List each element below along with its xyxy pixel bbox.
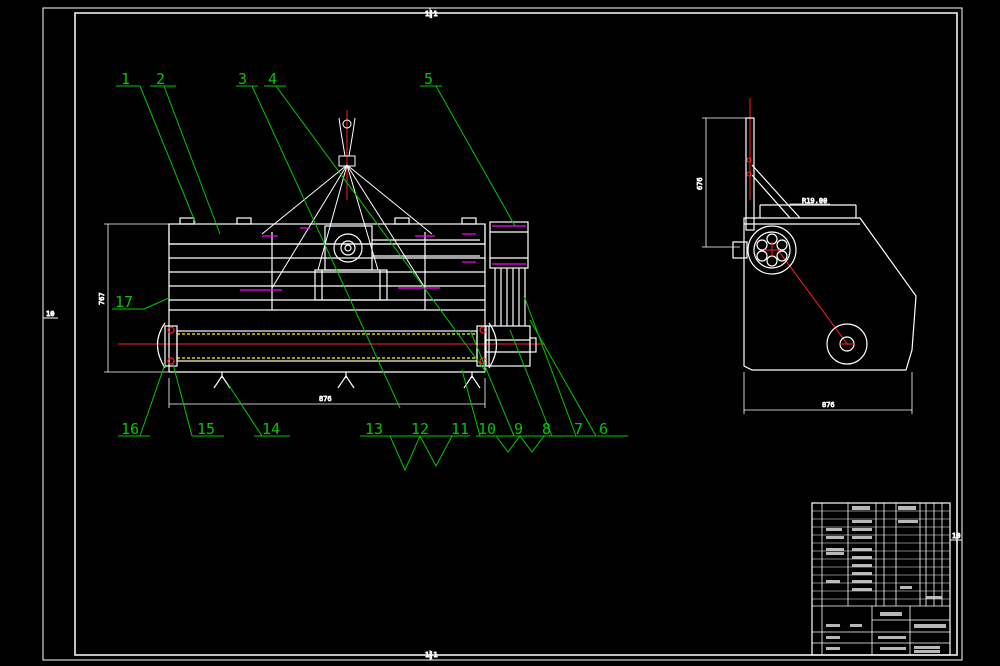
balloon-1: 1 — [121, 70, 130, 88]
title-block — [811, 502, 951, 656]
skid-feet — [213, 372, 481, 389]
balloon-11: 11 — [451, 420, 469, 438]
side-width-dimension: 876 — [822, 401, 835, 409]
balloon-14: 14 — [262, 420, 280, 438]
balloon-2: 2 — [156, 70, 165, 88]
balloon-12: 12 — [411, 420, 429, 438]
part-leaders — [112, 85, 628, 472]
gearbox — [324, 225, 480, 271]
drawing-frame — [42, 7, 963, 661]
side-centerlines — [749, 98, 849, 346]
front-view: 767 876 1 2 3 4 5 6 7 8 9 10 11 12 13 14… — [98, 70, 628, 472]
balloon-8: 8 — [542, 420, 551, 438]
side-height-dimension: 676 — [696, 177, 704, 190]
edge-marks: 1|1 1|1 10 10 — [43, 8, 962, 660]
balloon-15: 15 — [197, 420, 215, 438]
width-dimension: 876 — [319, 395, 332, 403]
side-view: 676 876 R19.00 — [696, 98, 917, 414]
part-balloons: 1 2 3 4 5 6 7 8 9 10 11 12 13 14 15 16 1… — [115, 70, 608, 438]
bolts — [240, 227, 476, 291]
right-edge-mark: 10 — [952, 532, 960, 540]
balloon-9: 9 — [514, 420, 523, 438]
title-block-fills — [826, 506, 946, 653]
balloon-4: 4 — [268, 70, 277, 88]
balloon-10: 10 — [478, 420, 496, 438]
balloon-17: 17 — [115, 293, 133, 311]
balloon-7: 7 — [574, 420, 583, 438]
cad-drawing: 1|1 1|1 10 10 767 876 1 2 3 4 5 6 7 8 9 … — [42, 7, 963, 661]
balloon-5: 5 — [424, 70, 433, 88]
balloon-16: 16 — [121, 420, 139, 438]
front-centerlines — [118, 110, 545, 345]
top-edge-mark: 1|1 — [425, 10, 438, 18]
balloon-13: 13 — [365, 420, 383, 438]
balloon-3: 3 — [238, 70, 247, 88]
height-dimension: 767 — [98, 292, 106, 305]
radius-dimension: R19.00 — [802, 197, 827, 205]
left-edge-mark: 10 — [46, 310, 54, 318]
side-outline — [732, 117, 917, 371]
balloon-6: 6 — [599, 420, 608, 438]
housing — [168, 217, 486, 373]
bottom-edge-mark: 1|1 — [425, 651, 438, 659]
rotor — [156, 322, 498, 369]
front-dimensions: 767 876 — [98, 223, 486, 408]
